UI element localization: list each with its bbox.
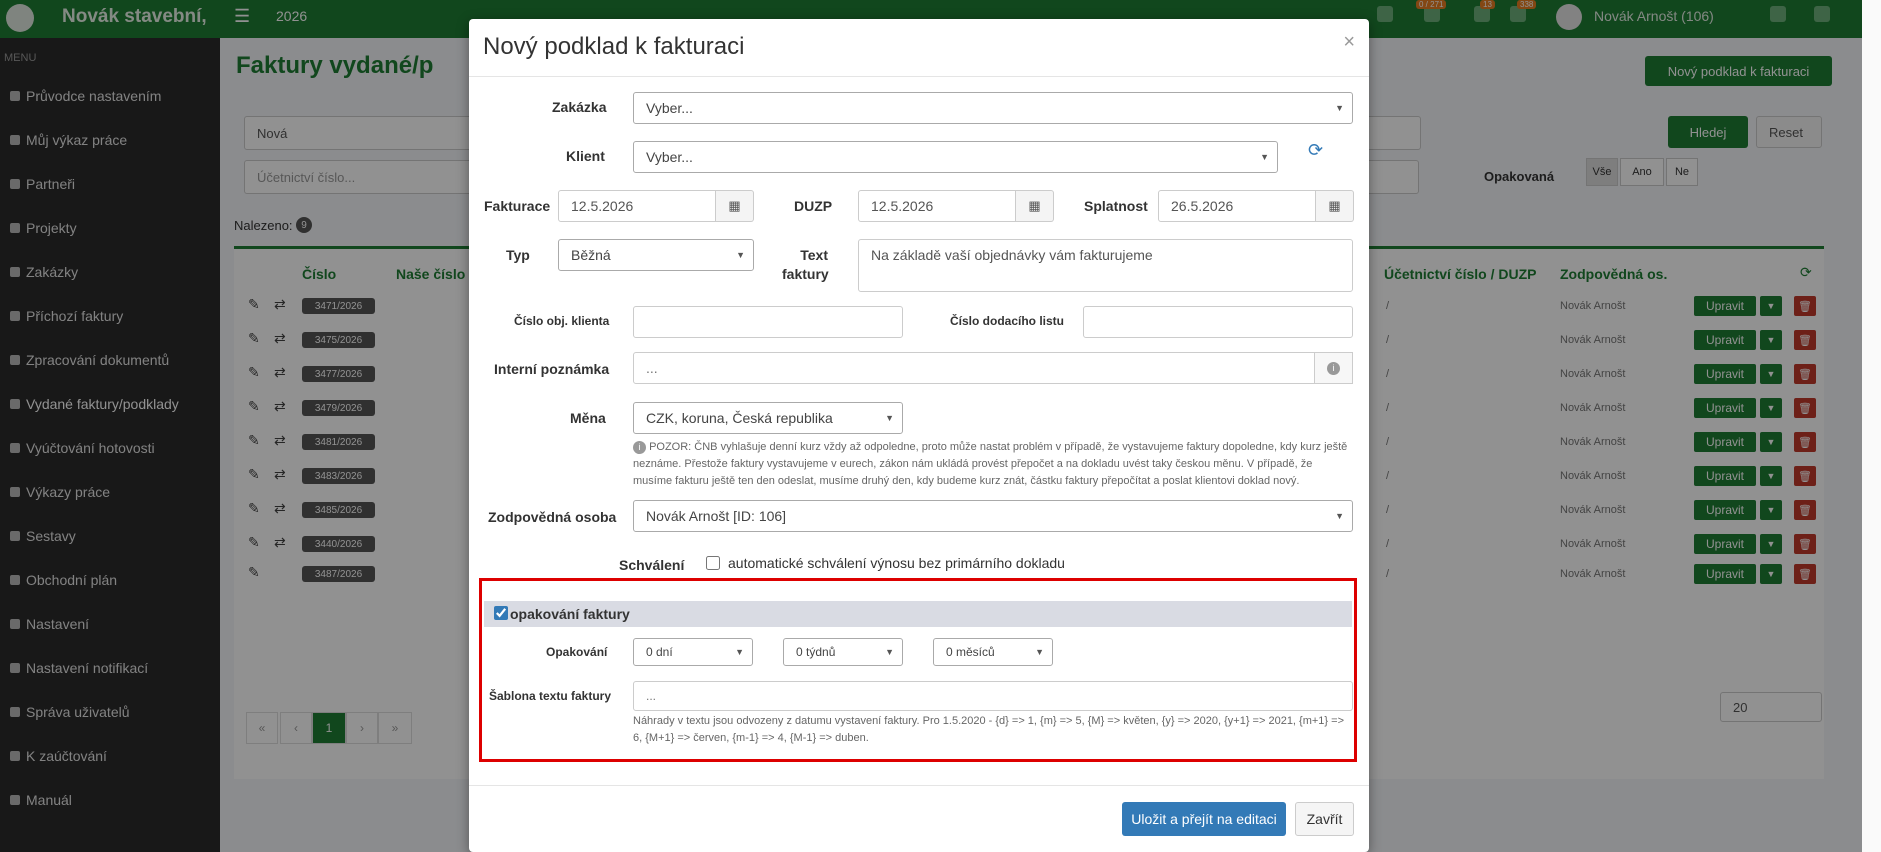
chevron-down-icon: ▼ [736, 250, 745, 260]
cislo-dodaciho-listu-label: Číslo dodacího listu [950, 314, 1065, 328]
modal-header-divider [469, 76, 1369, 77]
chevron-down-icon: ▼ [735, 647, 744, 657]
repeat-days-value: 0 dní [646, 645, 673, 659]
calendar-icon[interactable]: ▦ [1316, 190, 1354, 222]
interni-poznamka-input[interactable] [633, 352, 1315, 384]
mena-warning-text: POZOR: ČNB vyhlašuje denní kurz vždy až … [633, 441, 1348, 487]
text-faktury-label-line1: Text [800, 247, 828, 263]
repeat-weeks-value: 0 týdnů [796, 645, 836, 659]
chevron-down-icon: ▼ [885, 413, 894, 423]
info-icon[interactable]: i [1315, 352, 1353, 384]
typ-select[interactable]: Běžná ▼ [558, 239, 754, 271]
repeat-months-select[interactable]: 0 měsíců ▼ [933, 638, 1053, 666]
modal-footer-divider [469, 785, 1369, 786]
zakazka-select-value: Vyber... [646, 100, 693, 116]
zakazka-select[interactable]: Vyber... ▼ [633, 92, 1353, 124]
close-icon[interactable]: × [1343, 31, 1355, 54]
sablona-input[interactable] [633, 681, 1353, 711]
close-button[interactable]: Zavřít [1295, 802, 1354, 836]
repeat-months-value: 0 měsíců [946, 645, 995, 659]
repeat-days-select[interactable]: 0 dní ▼ [633, 638, 753, 666]
cislo-obj-input[interactable] [633, 306, 903, 338]
refresh-client-icon[interactable]: ⟳ [1308, 140, 1323, 161]
chevron-down-icon: ▼ [1335, 511, 1344, 521]
chevron-down-icon: ▼ [885, 647, 894, 657]
text-faktury-textarea[interactable]: Na základě vaší objednávky vám fakturuje… [858, 239, 1353, 292]
sablona-help-note: Náhrady v textu jsou odvozeny z datumu v… [633, 715, 1344, 744]
splatnost-date-input[interactable] [1158, 190, 1316, 222]
chevron-down-icon: ▼ [1260, 152, 1269, 162]
klient-label: Klient [566, 148, 605, 164]
schvaleni-label: Schválení [619, 557, 685, 573]
zakazka-label: Zakázka [552, 99, 607, 115]
zodpovedna-osoba-select[interactable]: Novák Arnošt [ID: 106] ▼ [633, 500, 1353, 532]
repeat-invoice-label[interactable]: opakování faktury [510, 606, 630, 622]
calendar-icon[interactable]: ▦ [1016, 190, 1054, 222]
fakturace-label: Fakturace [484, 198, 551, 214]
zodpovedna-osoba-label: Zodpovědná osoba [488, 509, 617, 525]
chevron-down-icon: ▼ [1335, 103, 1344, 113]
duzp-label: DUZP [794, 198, 833, 214]
klient-select-value: Vyber... [646, 149, 693, 165]
mena-select-value: CZK, koruna, Česká republika [646, 410, 833, 426]
chevron-down-icon: ▼ [1035, 647, 1044, 657]
opakovani-label: Opakování [546, 645, 608, 659]
auto-approval-label[interactable]: automatické schválení výnosu bez primárn… [728, 555, 1065, 572]
duzp-date-input[interactable] [858, 190, 1016, 222]
cislo-dodaciho-listu-input[interactable] [1083, 306, 1353, 338]
mena-label: Měna [570, 410, 606, 426]
repeat-invoice-checkbox[interactable] [494, 606, 508, 620]
info-circle-icon: i [633, 440, 646, 454]
scrollbar-area[interactable] [1862, 0, 1881, 852]
typ-select-value: Běžná [571, 247, 611, 263]
auto-approval-checkbox[interactable] [706, 556, 720, 570]
text-faktury-label-line2: faktury [782, 266, 829, 282]
typ-label: Typ [506, 247, 530, 263]
sablona-label: Šablona textu faktury [489, 689, 612, 703]
repeat-weeks-select[interactable]: 0 týdnů ▼ [783, 638, 903, 666]
zodpovedna-osoba-value: Novák Arnošt [ID: 106] [646, 508, 787, 524]
calendar-icon[interactable]: ▦ [716, 190, 754, 222]
modal-title: Nový podklad k fakturaci [483, 33, 745, 60]
interni-poznamka-label: Interní poznámka [494, 361, 610, 377]
mena-select[interactable]: CZK, koruna, Česká republika ▼ [633, 402, 903, 434]
cislo-obj-label: Číslo obj. klienta [514, 314, 610, 328]
splatnost-label: Splatnost [1084, 198, 1148, 214]
mena-warning-note: i POZOR: ČNB vyhlašuje denní kurz vždy a… [633, 439, 1353, 490]
save-and-edit-button[interactable]: Uložit a přejít na editaci [1122, 802, 1286, 836]
fakturace-date-input[interactable] [558, 190, 716, 222]
klient-select[interactable]: Vyber... ▼ [633, 141, 1278, 173]
